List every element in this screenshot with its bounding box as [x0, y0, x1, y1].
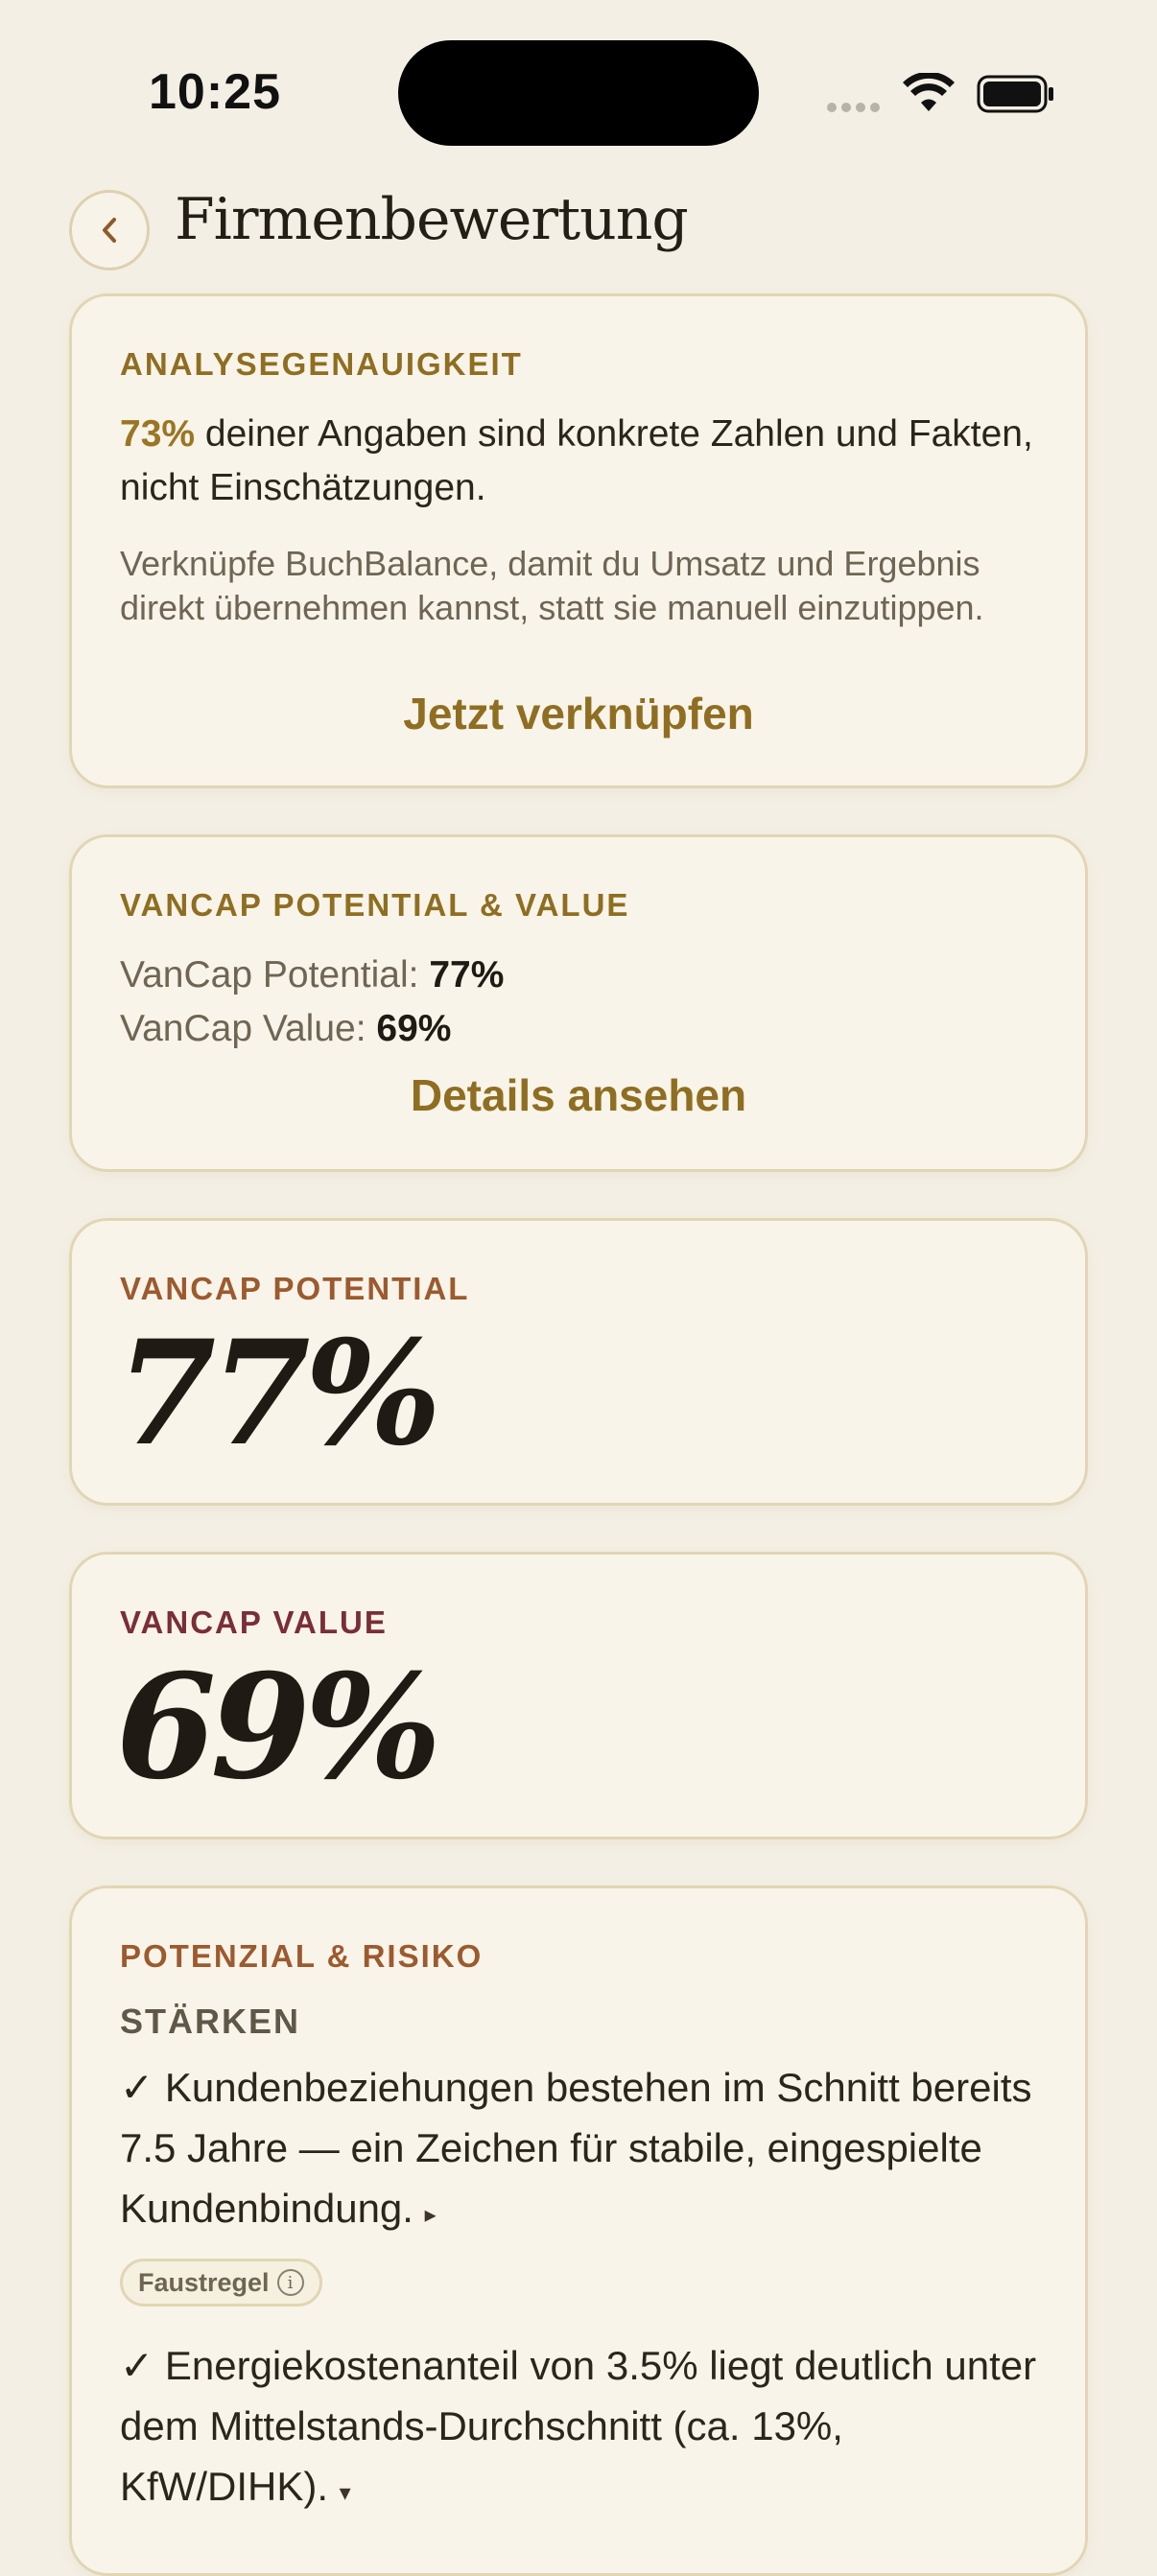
accuracy-percent: 73%	[120, 413, 196, 455]
navigation-bar: Firmenbewertung	[69, 186, 1086, 272]
value-card: VANCAP VALUE 69%	[69, 1552, 1088, 1839]
potential-value: 77%	[429, 954, 505, 995]
accuracy-statement: 73% deiner Angaben sind konkrete Zahlen …	[120, 408, 1041, 515]
status-time: 10:25	[149, 64, 281, 120]
cellular-signal-icon	[827, 100, 885, 117]
battery-icon	[977, 75, 1053, 113]
info-icon: i	[276, 2269, 304, 2296]
strength-item[interactable]: ✓ Energiekostenanteil von 3.5% liegt deu…	[120, 2335, 1060, 2523]
potential-line: VanCap Potential: 77%	[120, 954, 504, 996]
potential-card: VANCAP POTENTIAL 77%	[69, 1218, 1088, 1506]
strengths-heading: STÄRKEN	[120, 2002, 301, 2041]
risk-eyebrow: POTENZIAL & RISIKO	[120, 1938, 484, 1974]
link-now-button[interactable]: Jetzt verknüpfen	[72, 688, 1085, 739]
back-button[interactable]	[69, 190, 150, 270]
potential-label: VanCap Potential:	[120, 954, 430, 995]
accuracy-card: ANALYSEGENAUIGKEIT 73% deiner Angaben si…	[69, 293, 1088, 788]
dynamic-island	[398, 40, 759, 146]
accuracy-eyebrow: ANALYSEGENAUIGKEIT	[120, 346, 523, 382]
status-bar: 10:25	[0, 0, 1157, 146]
rule-of-thumb-chip[interactable]: Faustregel i	[120, 2259, 322, 2307]
value-line: VanCap Value: 69%	[120, 1008, 451, 1050]
accuracy-hint: Verknüpfe BuchBalance, damit du Umsatz u…	[120, 544, 984, 627]
value-label: VanCap Value:	[120, 1008, 377, 1049]
risk-card: POTENZIAL & RISIKO STÄRKEN ✓ Kundenbezie…	[69, 1885, 1088, 2576]
chevron-left-icon	[103, 218, 116, 243]
summary-card: VANCAP POTENTIAL & VALUE VanCap Potentia…	[69, 834, 1088, 1172]
accuracy-statement-text: deiner Angaben sind konkrete Zahlen und …	[120, 413, 1033, 508]
value-big-number: 69%	[116, 1643, 441, 1812]
strength-text: ✓ Energiekostenanteil von 3.5% liegt deu…	[120, 2343, 1037, 2509]
summary-eyebrow: VANCAP POTENTIAL & VALUE	[120, 887, 630, 923]
potential-card-eyebrow: VANCAP POTENTIAL	[120, 1271, 470, 1306]
value-value: 69%	[376, 1008, 452, 1049]
chip-label: Faustregel	[138, 2267, 270, 2297]
strength-item[interactable]: ✓ Kundenbeziehungen bestehen im Schnitt …	[120, 2057, 1060, 2245]
potential-big-number: 77%	[116, 1309, 441, 1478]
wifi-icon	[903, 73, 955, 111]
details-button[interactable]: Details ansehen	[72, 1069, 1085, 1121]
page-title: Firmenbewertung	[175, 186, 689, 253]
expand-triangle-icon[interactable]: ▸	[425, 2202, 437, 2228]
strength-text: ✓ Kundenbeziehungen bestehen im Schnitt …	[120, 2065, 1032, 2231]
value-card-eyebrow: VANCAP VALUE	[120, 1604, 388, 1640]
collapse-triangle-icon[interactable]: ▾	[340, 2480, 351, 2506]
